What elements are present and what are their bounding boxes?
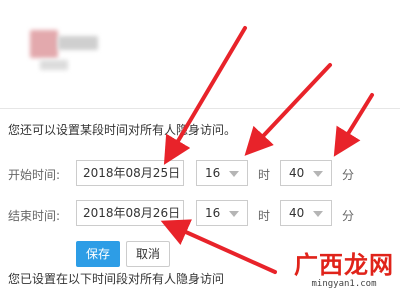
arrow-to-end-date [160,219,277,274]
end-date-input[interactable]: 2018年08月26日 [76,200,184,226]
arrow-to-start-minute [333,93,374,157]
end-minute-value: 40 [289,206,305,220]
save-button[interactable]: 保存 [76,241,120,267]
blurred-info [40,60,68,70]
invisible-status-text: 您已设置在以下时间段对所有人隐身访问 [8,272,225,286]
start-minute-value: 40 [289,166,305,180]
end-minute-unit: 分 [342,209,355,223]
site-watermark: 广西龙网 mingyan1.com [294,252,394,290]
chevron-down-icon [313,171,323,177]
start-hour-value: 16 [205,166,221,180]
start-hour-unit: 时 [258,168,271,182]
chevron-down-icon [313,211,323,217]
end-hour-select[interactable]: 16 [196,200,248,226]
watermark-url: mingyan1.com [311,279,377,289]
end-hour-unit: 时 [258,209,271,223]
start-time-label: 开始时间: [8,168,61,182]
start-hour-select[interactable]: 16 [196,160,248,186]
arrow-to-start-date [163,26,247,165]
invisible-visit-description: 您还可以设置某段时间对所有人隐身访问。 [8,123,237,137]
end-hour-value: 16 [205,206,221,220]
cancel-button[interactable]: 取消 [126,241,170,267]
watermark-logo: 广西龙网 [294,250,394,279]
blurred-username [58,36,98,50]
end-time-label: 结束时间: [8,209,61,223]
chevron-down-icon [229,171,239,177]
chevron-down-icon [229,211,239,217]
start-minute-unit: 分 [342,168,355,182]
start-date-input[interactable]: 2018年08月25日 [76,160,184,186]
section-divider [0,108,400,109]
blurred-avatar [30,30,58,58]
end-minute-select[interactable]: 40 [280,200,332,226]
start-minute-select[interactable]: 40 [280,160,332,186]
